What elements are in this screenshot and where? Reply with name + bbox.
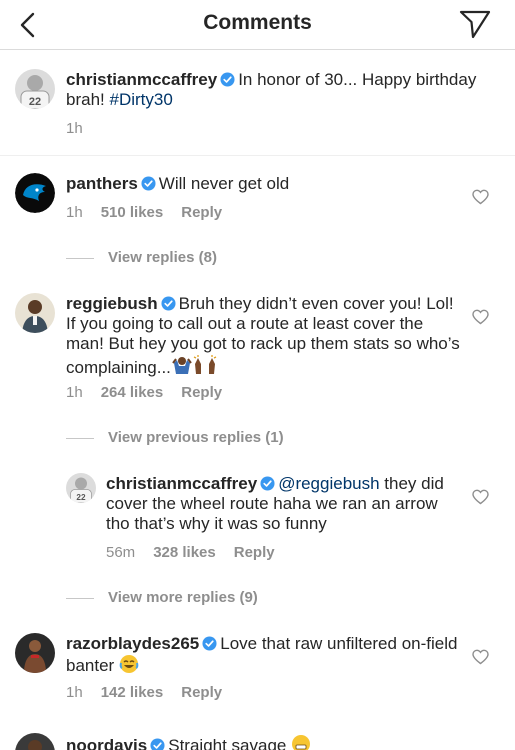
avatar[interactable]: [15, 173, 55, 213]
verified-badge-icon: [202, 636, 217, 651]
reply-button[interactable]: Reply: [234, 544, 275, 561]
likes-count[interactable]: 510 likes: [101, 204, 164, 221]
mention-link[interactable]: @reggiebush: [278, 474, 379, 493]
comment-meta: 1h 264 likes Reply: [66, 384, 240, 401]
comment-text: panthers Will never get old: [66, 174, 461, 194]
caption-meta: 1h: [66, 120, 101, 137]
view-previous-replies-toggle[interactable]: View previous replies (1): [66, 429, 284, 446]
comment-body: Will never get old: [158, 174, 290, 193]
username[interactable]: christianmccaffrey: [66, 70, 217, 89]
avatar[interactable]: [15, 293, 55, 333]
caption-text: christianmccaffrey In honor of 30... Happ…: [66, 70, 486, 110]
verified-badge-icon: [150, 738, 165, 750]
timestamp: 1h: [66, 120, 83, 137]
verified-badge-icon: [220, 72, 235, 87]
tears-of-joy-emoji-icon: [119, 654, 139, 679]
svg-text:22: 22: [29, 96, 41, 108]
comments-header: Comments: [0, 0, 515, 50]
username[interactable]: razorblaydes265: [66, 634, 199, 653]
reply-text: christianmccaffrey @reggiebush they did c…: [106, 474, 458, 534]
avatar[interactable]: 22: [15, 69, 55, 109]
view-previous-replies-label[interactable]: View previous replies (1): [108, 429, 284, 446]
raising-hands-emoji-icon: [193, 354, 217, 381]
divider-line: [66, 257, 94, 259]
avatar[interactable]: [15, 633, 55, 673]
svg-text:22: 22: [76, 493, 86, 502]
comment-meta: 1h 510 likes Reply: [66, 204, 240, 221]
likes-count[interactable]: 264 likes: [101, 384, 164, 401]
verified-badge-icon: [141, 176, 156, 191]
verified-badge-icon: [161, 296, 176, 311]
hashtag-link[interactable]: #Dirty30: [109, 90, 172, 109]
view-replies-label[interactable]: View replies (8): [108, 249, 217, 266]
username[interactable]: reggiebush: [66, 294, 158, 313]
username[interactable]: panthers: [66, 174, 138, 193]
like-heart-icon[interactable]: [472, 489, 489, 505]
comment-body: Straight savage: [168, 736, 292, 750]
timestamp: 1h: [66, 384, 83, 401]
comment-meta: 1h 142 likes Reply: [66, 684, 240, 701]
verified-badge-icon: [260, 476, 275, 491]
divider-line: [66, 437, 94, 439]
username[interactable]: christianmccaffrey: [106, 474, 257, 493]
comment-text: reggiebush Bruh they didn’t even cover yo…: [66, 294, 461, 381]
page-title: Comments: [203, 11, 312, 34]
likes-count[interactable]: 142 likes: [101, 684, 164, 701]
avatar[interactable]: 22: [66, 473, 96, 503]
reply-button[interactable]: Reply: [181, 204, 222, 221]
username[interactable]: noordavis: [66, 736, 147, 750]
person-shrugging-emoji-icon: [171, 354, 193, 381]
likes-count[interactable]: 328 likes: [153, 544, 216, 561]
post-caption: 22 christianmccaffrey In honor of 30... H…: [0, 50, 515, 156]
timestamp: 56m: [106, 544, 136, 561]
comment-text: noordavis Straight savage: [66, 734, 461, 750]
comment-text: razorblaydes265 Love that raw unfiltered …: [66, 634, 461, 679]
avatar[interactable]: [15, 733, 55, 750]
direct-send-icon[interactable]: [459, 9, 491, 39]
view-more-replies-toggle[interactable]: View more replies (9): [66, 589, 258, 606]
view-more-replies-label[interactable]: View more replies (9): [108, 589, 258, 606]
timestamp: 1h: [66, 204, 83, 221]
reply-button[interactable]: Reply: [181, 684, 222, 701]
view-replies-toggle[interactable]: View replies (8): [66, 249, 217, 266]
like-heart-icon[interactable]: [472, 189, 489, 205]
timestamp: 1h: [66, 684, 83, 701]
grimacing-face-emoji-icon: [291, 734, 311, 750]
reply-button[interactable]: Reply: [181, 384, 222, 401]
like-heart-icon[interactable]: [472, 649, 489, 665]
divider-line: [66, 597, 94, 599]
reply-meta: 56m 328 likes Reply: [106, 544, 293, 561]
like-heart-icon[interactable]: [472, 309, 489, 325]
